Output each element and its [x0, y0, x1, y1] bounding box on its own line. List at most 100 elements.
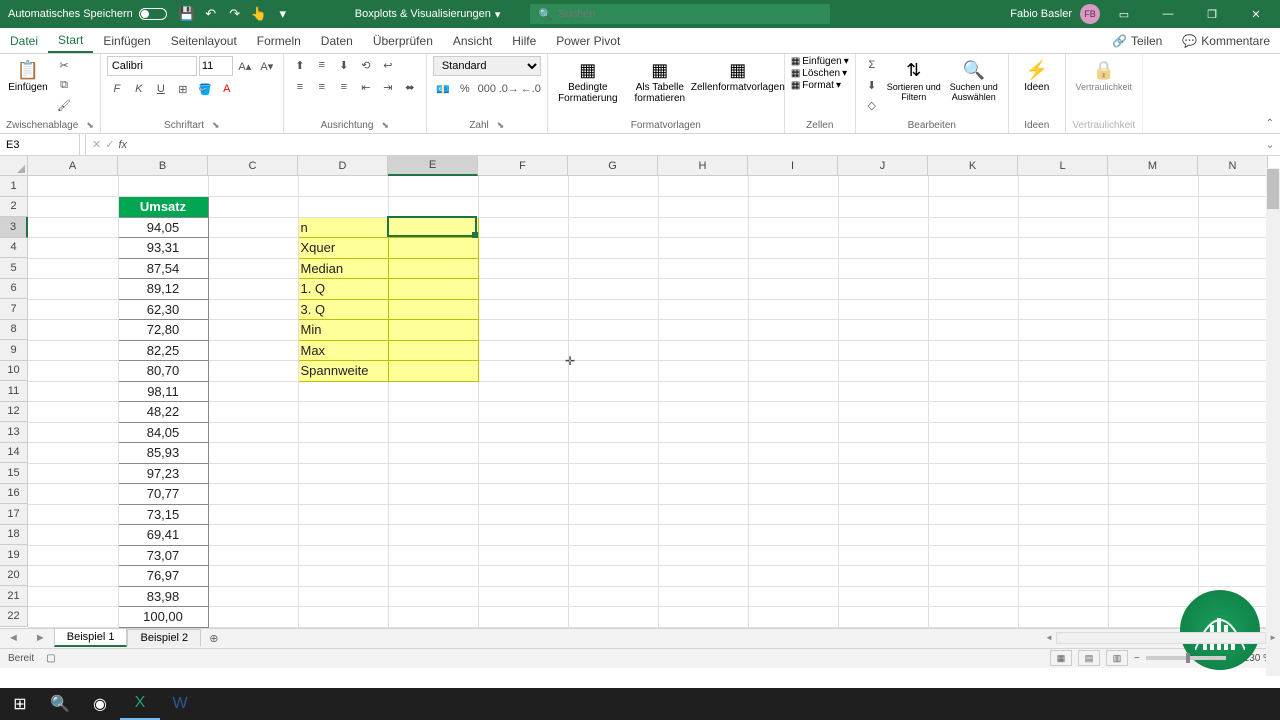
cell[interactable] — [928, 299, 1018, 320]
cell[interactable] — [1018, 381, 1108, 402]
cell[interactable] — [1018, 484, 1108, 505]
cell[interactable] — [658, 402, 748, 423]
cell[interactable] — [298, 197, 388, 218]
cell[interactable]: 97,23 — [118, 463, 208, 484]
cell[interactable] — [298, 586, 388, 607]
cell[interactable] — [568, 340, 658, 361]
cell[interactable]: 100,00 — [118, 607, 208, 628]
autosum-icon[interactable]: Σ — [862, 56, 882, 74]
cell[interactable] — [1108, 197, 1198, 218]
cell[interactable] — [208, 238, 298, 259]
cell[interactable] — [838, 484, 928, 505]
cell[interactable] — [748, 463, 838, 484]
save-icon[interactable]: 💾 — [175, 2, 199, 26]
close-button[interactable]: ✕ — [1236, 0, 1276, 28]
cell[interactable]: 69,41 — [118, 525, 208, 546]
cell[interactable] — [1198, 504, 1268, 525]
row-header[interactable]: 13 — [0, 422, 28, 443]
column-header[interactable]: F — [478, 156, 568, 176]
cell[interactable] — [748, 217, 838, 238]
cell[interactable] — [748, 586, 838, 607]
row-header[interactable]: 14 — [0, 443, 28, 464]
cell[interactable] — [1108, 402, 1198, 423]
row-header[interactable]: 11 — [0, 381, 28, 402]
cell[interactable] — [298, 484, 388, 505]
cell[interactable] — [928, 545, 1018, 566]
format-painter-icon[interactable]: 🖌 — [54, 96, 74, 114]
cell[interactable] — [568, 484, 658, 505]
cell[interactable] — [1018, 586, 1108, 607]
cell[interactable] — [478, 443, 568, 464]
bold-button[interactable]: F — [107, 80, 127, 98]
vertical-scrollbar[interactable] — [1266, 168, 1280, 676]
align-center-icon[interactable]: ≡ — [312, 78, 332, 96]
horizontal-scrollbar[interactable] — [1056, 632, 1266, 644]
cell[interactable] — [928, 381, 1018, 402]
cond-format-button[interactable]: ▦Bedingte Formatierung — [554, 56, 622, 104]
cell[interactable] — [1108, 586, 1198, 607]
cell[interactable] — [28, 504, 118, 525]
cell[interactable] — [1198, 361, 1268, 382]
cell[interactable] — [28, 258, 118, 279]
cell[interactable] — [478, 197, 568, 218]
cell[interactable]: 1. Q — [298, 279, 388, 300]
cell[interactable] — [28, 361, 118, 382]
cell[interactable] — [838, 381, 928, 402]
cell[interactable] — [838, 422, 928, 443]
cell[interactable]: 48,22 — [118, 402, 208, 423]
cell[interactable] — [388, 607, 478, 628]
cell[interactable] — [838, 443, 928, 464]
cell[interactable] — [928, 607, 1018, 628]
column-header[interactable]: L — [1018, 156, 1108, 176]
cell[interactable] — [388, 484, 478, 505]
cell[interactable] — [1018, 504, 1108, 525]
cell[interactable] — [208, 545, 298, 566]
cell[interactable] — [1198, 176, 1268, 197]
comments-button[interactable]: 💬 Kommentare — [1172, 28, 1280, 53]
cell[interactable] — [928, 258, 1018, 279]
cell[interactable] — [928, 463, 1018, 484]
cell[interactable] — [298, 463, 388, 484]
cell-area[interactable]: Umsatz94,05n93,31Xquer87,54Median89,121.… — [28, 176, 1269, 628]
cell[interactable] — [298, 566, 388, 587]
cell[interactable] — [1108, 463, 1198, 484]
cell[interactable] — [1018, 279, 1108, 300]
cell[interactable]: 70,77 — [118, 484, 208, 505]
cell[interactable] — [928, 361, 1018, 382]
cell[interactable] — [478, 361, 568, 382]
cell[interactable]: 87,54 — [118, 258, 208, 279]
start-button[interactable]: ⊞ — [0, 688, 40, 720]
cell[interactable] — [748, 607, 838, 628]
cell[interactable] — [838, 504, 928, 525]
cell[interactable] — [748, 504, 838, 525]
document-title[interactable]: Boxplots & Visualisierungen ▾ — [355, 8, 501, 21]
cell[interactable] — [1198, 381, 1268, 402]
cell[interactable] — [748, 545, 838, 566]
row-header[interactable]: 1 — [0, 176, 28, 197]
cell[interactable] — [298, 607, 388, 628]
cell[interactable] — [928, 422, 1018, 443]
cell[interactable] — [568, 320, 658, 341]
cell[interactable] — [478, 320, 568, 341]
cell[interactable]: 3. Q — [298, 299, 388, 320]
cell[interactable] — [928, 279, 1018, 300]
cell[interactable] — [208, 586, 298, 607]
row-header[interactable]: 19 — [0, 545, 28, 566]
orientation-icon[interactable]: ⟲ — [356, 56, 376, 74]
cell[interactable] — [28, 566, 118, 587]
cell[interactable] — [658, 607, 748, 628]
paste-button[interactable]: 📋 Einfügen — [6, 56, 50, 93]
decrease-font-icon[interactable]: A▾ — [257, 57, 277, 75]
cell[interactable] — [838, 258, 928, 279]
cell[interactable] — [748, 484, 838, 505]
cell[interactable] — [208, 217, 298, 238]
cell[interactable] — [478, 279, 568, 300]
cell[interactable] — [1198, 340, 1268, 361]
cell[interactable] — [568, 279, 658, 300]
cell[interactable] — [388, 217, 478, 238]
cell[interactable] — [28, 525, 118, 546]
cell[interactable] — [298, 402, 388, 423]
cancel-formula-icon[interactable]: ✕ — [92, 138, 101, 151]
cell[interactable] — [388, 525, 478, 546]
merge-icon[interactable]: ⬌ — [400, 78, 420, 96]
